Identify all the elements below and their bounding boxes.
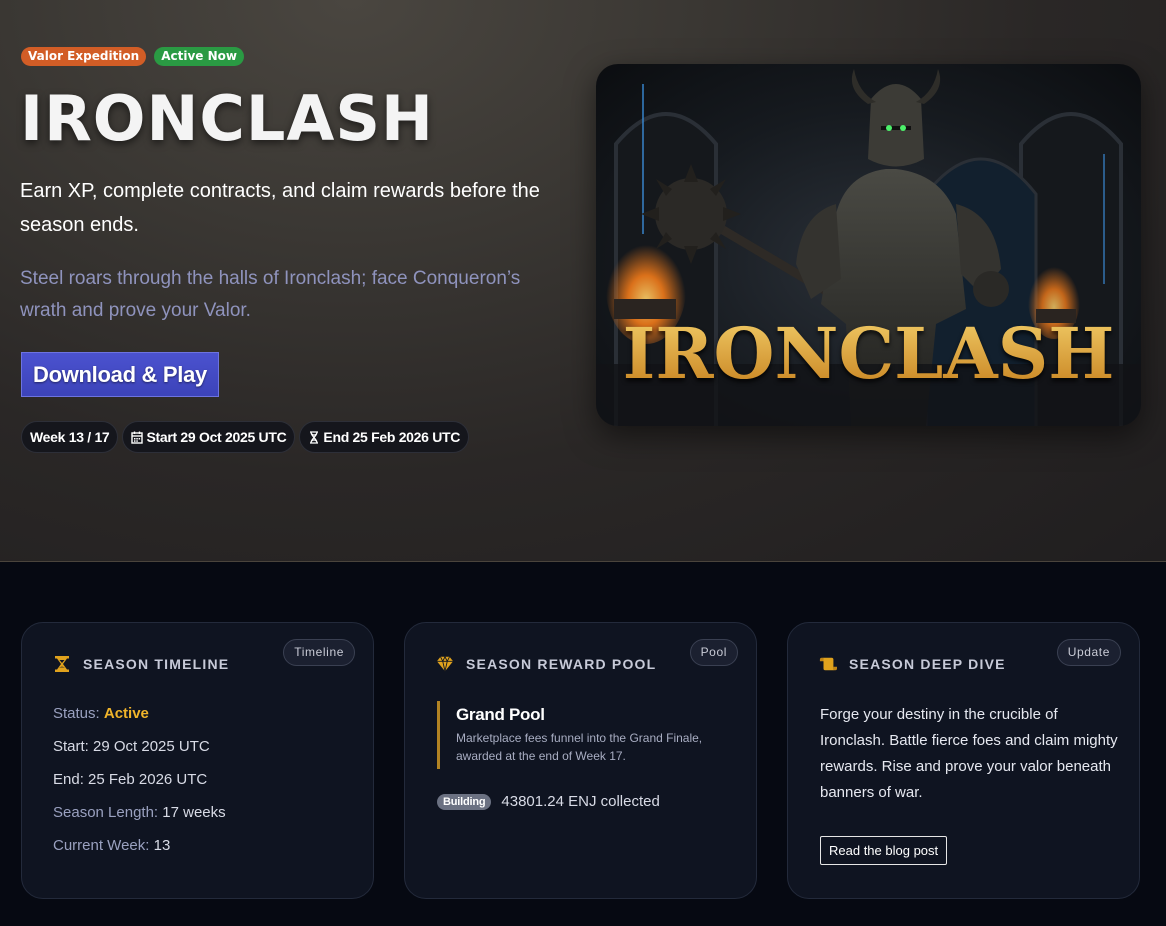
status-row: Status: Active	[53, 703, 226, 736]
season-length-key: Season Length:	[53, 804, 159, 821]
hero-subtitle: Earn XP, complete contracts, and claim r…	[20, 180, 540, 236]
pool-tag: Pool	[689, 639, 738, 666]
current-week-value: 13	[153, 837, 171, 854]
start-row: Start: 29 Oct 2025 UTC	[53, 738, 210, 755]
grand-pool-description: Marketplace fees funnel into the Grand F…	[456, 731, 703, 763]
season-info-pills: Week 13 / 17 Start 29 Oct 2025 UTC End 2…	[21, 421, 470, 453]
page-title: IRONCLASH	[20, 82, 434, 155]
hourglass-icon	[55, 656, 69, 672]
week-pill-label: Week 13 / 17	[30, 429, 110, 445]
hero-lore: Steel roars through the halls of Ironcla…	[20, 268, 521, 321]
timeline-tag: Timeline	[283, 639, 355, 666]
timeline-details: Status: Active Start: 29 Oct 2025 UTC En…	[53, 703, 226, 868]
pool-heading: SEASON REWARD POOL	[466, 656, 657, 672]
current-week-key: Current Week:	[53, 837, 150, 854]
status-key: Status:	[53, 705, 100, 722]
status-badge: Active Now	[154, 47, 244, 66]
start-date-pill: Start 29 Oct 2025 UTC	[122, 421, 296, 453]
end-date-label: End 25 Feb 2026 UTC	[323, 429, 461, 445]
building-badge: Building	[437, 793, 492, 810]
scroll-icon	[819, 657, 837, 671]
pool-amount: 43801.24 ENJ collected	[501, 793, 660, 810]
timeline-header: SEASON TIMELINE	[53, 655, 229, 673]
timeline-heading: SEASON TIMELINE	[83, 656, 230, 672]
update-tag: Update	[1056, 639, 1121, 666]
season-timeline-card: Timeline SEASON TIMELINE Status: Active …	[21, 622, 374, 899]
gem-icon	[436, 655, 454, 672]
read-blog-post-button[interactable]: Read the blog post	[820, 836, 948, 865]
grand-pool-title: Grand Pool	[456, 705, 545, 724]
end-row: End: 25 Feb 2026 UTC	[53, 771, 208, 788]
key-art-logo: IRONCLASH	[596, 312, 1141, 395]
start-date-label: Start 29 Oct 2025 UTC	[146, 429, 287, 445]
deep-dive-heading: SEASON DEEP DIVE	[849, 656, 1006, 672]
grand-pool-block: Grand Pool Marketplace fees funnel into …	[437, 701, 727, 769]
season-name-badge: Valor Expedition	[21, 47, 147, 66]
reward-pool-card: Pool SEASON REWARD POOL Grand Pool Marke…	[404, 622, 757, 899]
week-pill: Week 13 / 17	[21, 421, 119, 453]
download-play-button[interactable]: Download & Play	[21, 352, 219, 397]
calendar-icon	[131, 431, 144, 444]
deep-dive-text: Forge your destiny in the crucible of Ir…	[820, 706, 1118, 801]
hero-badges: Valor Expedition Active Now	[21, 47, 244, 66]
status-value: Active	[103, 705, 149, 722]
deep-dive-card: Update SEASON DEEP DIVE Forge your desti…	[787, 622, 1140, 899]
pool-status-row: Building 43801.24 ENJ collected	[437, 793, 660, 810]
pool-header: SEASON REWARD POOL	[436, 655, 656, 673]
current-week-row: Current Week: 13	[53, 835, 226, 868]
deep-dive-header: SEASON DEEP DIVE	[819, 655, 1006, 673]
hourglass-icon	[310, 430, 319, 444]
key-art-image: IRONCLASH	[596, 64, 1141, 426]
end-date-pill: End 25 Feb 2026 UTC	[299, 421, 470, 453]
hero-section: Valor Expedition Active Now IRONCLASH Ea…	[0, 0, 1166, 562]
season-length-row: Season Length: 17 weeks	[53, 802, 226, 835]
season-length-value: 17 weeks	[162, 804, 226, 821]
